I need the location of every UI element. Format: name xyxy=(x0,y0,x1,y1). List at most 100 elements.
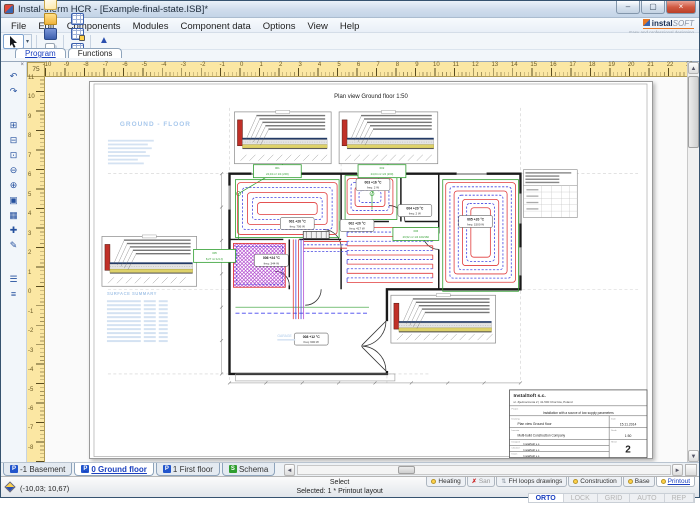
h-ruler-tick: 4 xyxy=(314,62,326,68)
floor-section-detail xyxy=(391,294,496,343)
minimize-button[interactable]: – xyxy=(616,1,640,14)
h-ruler-tick: -8 xyxy=(80,62,92,68)
horizontal-scrollbar[interactable] xyxy=(297,465,671,475)
list-button[interactable]: ≡ xyxy=(5,287,23,301)
layer-tab-printout[interactable]: Printout xyxy=(656,477,695,487)
sheet-tab-0-ground-floor[interactable]: P0 Ground floor xyxy=(74,463,154,476)
svg-text:freq: 706 W: freq: 706 W xyxy=(290,224,306,228)
h-ruler-tick: -2 xyxy=(197,62,209,68)
horizontal-scroll-thumb[interactable] xyxy=(398,466,415,474)
menu-bar: FileEditComponentsModulesComponent dataO… xyxy=(1,18,699,33)
svg-text:freq: 417 W: freq: 417 W xyxy=(349,226,365,230)
layer-tab-heating[interactable]: Heating xyxy=(426,477,465,487)
new-file-button[interactable] xyxy=(41,0,59,11)
scroll-down-arrow[interactable]: ▼ xyxy=(688,450,699,462)
sheet-tab--1-basement[interactable]: P-1 Basement xyxy=(3,463,72,476)
open-file-button[interactable] xyxy=(41,11,59,26)
vertical-scroll-thumb[interactable] xyxy=(688,76,699,148)
app-icon xyxy=(4,4,14,14)
layers-button[interactable]: ☰ xyxy=(5,272,23,286)
zone-id: 006 xyxy=(414,229,419,233)
menu-view[interactable]: View xyxy=(301,21,333,32)
close-button[interactable]: × xyxy=(666,1,696,14)
manifold-table xyxy=(523,170,577,218)
draw-button[interactable]: ✎ xyxy=(5,238,23,252)
h-ruler-tick: -10 xyxy=(41,62,53,68)
undo-button[interactable]: ↶ xyxy=(5,69,23,83)
redo-button[interactable]: ↷ xyxy=(5,84,23,98)
status-line1: Select xyxy=(330,479,349,486)
scroll-up-arrow[interactable]: ▲ xyxy=(688,62,699,74)
zoom-in-button[interactable]: ⊕ xyxy=(5,178,23,192)
bulb-icon xyxy=(573,479,578,484)
h-ruler-tick: 3 xyxy=(294,62,306,68)
h-ruler-tick: 10 xyxy=(430,62,442,68)
svg-text:Project: Project xyxy=(511,407,518,410)
save-file-button[interactable] xyxy=(41,26,59,41)
v-ruler-tick: -1 xyxy=(28,309,33,317)
zoom-previous-button[interactable]: ⊟ xyxy=(5,133,23,147)
tb-checked: InstalSoft s.c. xyxy=(523,448,540,452)
zoom-window-button[interactable]: ⊞ xyxy=(5,118,23,132)
tab-program[interactable]: Program xyxy=(15,48,66,58)
mode-lock[interactable]: LOCK xyxy=(564,494,598,502)
svg-text:Investor: Investor xyxy=(511,429,519,432)
menu-component-data[interactable]: Component data xyxy=(174,21,256,32)
vertical-ruler[interactable]: 11109876543210-1-2-3-4-5-6-7-8 xyxy=(27,77,45,462)
floor-label: GROUND - FLOOR xyxy=(120,121,191,128)
pan-button[interactable]: ✚ xyxy=(5,223,23,237)
layer-tab-fh-loops-drawings[interactable]: ⇅FH loops drawings xyxy=(496,477,567,487)
zoom-selection-button[interactable]: ⊡ xyxy=(5,148,23,162)
h-ruler-tick: 22 xyxy=(664,62,676,68)
sheet-tab-row: P-1 BasementP0 Ground floorP1 First floo… xyxy=(1,462,699,476)
zone-spec: 24,04 m² 1/4 (200) xyxy=(371,172,394,176)
h-ruler-tick: 9 xyxy=(411,62,423,68)
maximize-button[interactable]: ▢ xyxy=(641,1,665,14)
component-data-table-button[interactable] xyxy=(68,26,86,41)
printout-sheet[interactable]: Plan view Ground floor 1:50GROUND - FLOO… xyxy=(89,81,653,459)
mode-auto[interactable]: AUTO xyxy=(630,494,664,502)
v-ruler-tick: -5 xyxy=(28,387,33,395)
tab-functions[interactable]: Functions xyxy=(68,48,123,58)
menu-options[interactable]: Options xyxy=(257,21,302,32)
drawing-canvas[interactable]: Plan view Ground floor 1:50GROUND - FLOO… xyxy=(45,77,687,462)
open-file-icon xyxy=(44,13,57,25)
menu-help[interactable]: Help xyxy=(334,21,366,32)
menu-file[interactable]: File xyxy=(5,21,32,32)
layer-tab-san[interactable]: ✗San xyxy=(467,477,496,487)
sheet-tab-1-first-floor[interactable]: P1 First floor xyxy=(156,463,220,476)
mode-orto[interactable]: ORTO xyxy=(529,494,564,502)
v-ruler-tick: 2 xyxy=(28,250,31,258)
menu-modules[interactable]: Modules xyxy=(127,21,175,32)
svg-text:003 +16 °C: 003 +16 °C xyxy=(364,180,382,184)
vertical-scrollbar[interactable]: ▲ ▼ xyxy=(687,62,699,462)
pane-splitter-button[interactable] xyxy=(685,464,697,476)
zone-spec: 24,04 m² 1/4 (200) xyxy=(266,172,289,176)
mode-grid[interactable]: GRID xyxy=(598,494,631,502)
table-view-button[interactable]: ▦ xyxy=(5,208,23,222)
brand-icon xyxy=(643,19,650,26)
title-block: InstalSoft s.c.ul. Zjednoczenia 2 | 41-5… xyxy=(509,390,647,458)
zoom-out-button[interactable]: ⊖ xyxy=(5,163,23,177)
h-ruler-tick: 14 xyxy=(508,62,520,68)
surface-summary-title: SURFACE SUMMARY xyxy=(107,291,157,296)
disabled-icon: ✗ xyxy=(472,478,477,485)
v-ruler-tick: 10 xyxy=(28,94,35,102)
tb-drawn: InstalSoft s.c. xyxy=(523,454,540,458)
horizontal-ruler[interactable]: -10-9-8-7-6-5-4-3-2-10123456789101112131… xyxy=(45,62,687,77)
sheet-tab-schema[interactable]: SSchema xyxy=(222,463,275,476)
zone-spec: 8,27 m² 1/4 (t) xyxy=(206,257,223,261)
mode-rep[interactable]: REP xyxy=(665,494,694,502)
status-icon xyxy=(4,481,15,492)
toolbar-close-icon[interactable]: × xyxy=(1,62,26,68)
svg-text:freq: 2 W: freq: 2 W xyxy=(367,186,379,190)
svg-text:004 +20 °C: 004 +20 °C xyxy=(406,206,424,210)
data-table-button[interactable] xyxy=(68,11,86,26)
hscroll-right-arrow[interactable]: ► xyxy=(672,464,683,476)
zoom-extents-button[interactable]: ▣ xyxy=(5,193,23,207)
layer-tab-base[interactable]: Base xyxy=(623,477,655,487)
hscroll-left-arrow[interactable]: ◄ xyxy=(284,464,295,476)
floor-section-detail xyxy=(234,110,331,163)
layer-tab-construction[interactable]: Construction xyxy=(568,477,622,487)
sheet-icon: P xyxy=(163,465,171,473)
